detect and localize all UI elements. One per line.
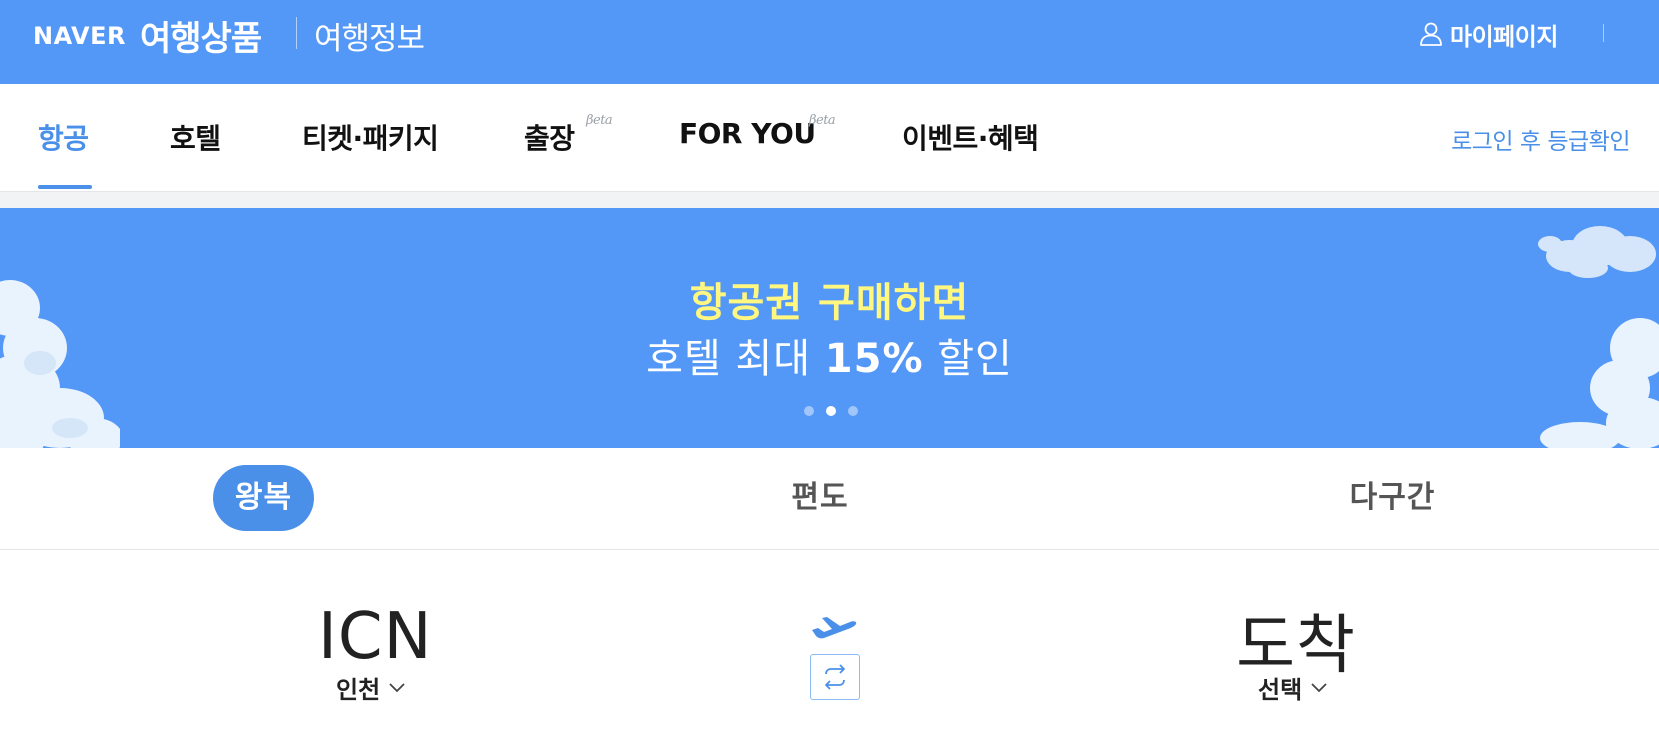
banner-subheadline: 호텔 최대 15% 할인 — [646, 336, 1013, 382]
top-header: NAVER 여행상품 여행정보 마이페이지 — [0, 0, 1659, 84]
tab-flight[interactable]: 항공 — [38, 117, 89, 157]
main-nav: 항공 호텔 티켓·패키지 출장 βeta FOR YOU βeta 이벤트·혜택… — [0, 84, 1659, 192]
banner-dot-2[interactable] — [826, 406, 836, 416]
mypage-label: 마이페이지 — [1450, 22, 1558, 51]
header-divider — [296, 17, 297, 49]
banner-dot-1[interactable] — [804, 406, 814, 416]
mypage-button[interactable]: 마이페이지 — [1418, 18, 1558, 51]
departure-code[interactable]: ICN — [318, 600, 431, 674]
route-selector: ICN 인천 도착 선택 — [0, 550, 1659, 750]
section-gap — [0, 192, 1659, 208]
departure-city-select[interactable]: 인천 — [336, 670, 406, 705]
arrival-city-label: 선택 — [1258, 676, 1303, 704]
beta-badge: βeta — [809, 113, 836, 128]
chevron-down-icon — [389, 682, 405, 692]
tab-for-you-label: FOR YOU — [679, 117, 816, 150]
tab-one-way[interactable]: 편도 — [770, 465, 870, 531]
login-grade-link[interactable]: 로그인 후 등급확인 — [1451, 122, 1630, 156]
swap-button[interactable] — [810, 654, 860, 700]
banner-dot-3[interactable] — [848, 406, 858, 416]
tab-multi-city[interactable]: 다구간 — [1335, 465, 1450, 531]
tab-hotel[interactable]: 호텔 — [170, 117, 221, 157]
tab-business-trip[interactable]: 출장 βeta — [524, 113, 613, 157]
travel-info-link[interactable]: 여행정보 — [314, 13, 425, 58]
active-tab-indicator — [38, 185, 92, 189]
arrival-city-select[interactable]: 선택 — [1258, 670, 1328, 705]
banner-pagination — [804, 406, 858, 416]
tab-business-trip-label: 출장 — [524, 122, 575, 155]
tab-events-benefits[interactable]: 이벤트·혜택 — [902, 117, 1039, 157]
tab-for-you[interactable]: FOR YOU βeta — [679, 113, 836, 150]
airplane-icon — [812, 617, 857, 639]
banner-headline: 항공권 구매하면 — [689, 280, 970, 326]
swap-icon — [825, 664, 845, 690]
naver-logo[interactable]: NAVER — [33, 22, 126, 50]
travel-products-title[interactable]: 여행상품 — [140, 11, 262, 60]
beta-badge: βeta — [586, 113, 613, 128]
tab-ticket-package[interactable]: 티켓·패키지 — [302, 117, 439, 157]
tab-round-trip[interactable]: 왕복 — [213, 465, 314, 531]
user-icon — [1420, 22, 1442, 46]
trip-type-tabs: 왕복 편도 다구간 — [0, 448, 1659, 550]
promo-banner[interactable]: 항공권 구매하면 호텔 최대 15% 할인 — [0, 208, 1659, 448]
departure-city-label: 인천 — [336, 676, 381, 704]
chevron-down-icon — [1311, 682, 1327, 692]
header-right-divider — [1603, 24, 1604, 42]
